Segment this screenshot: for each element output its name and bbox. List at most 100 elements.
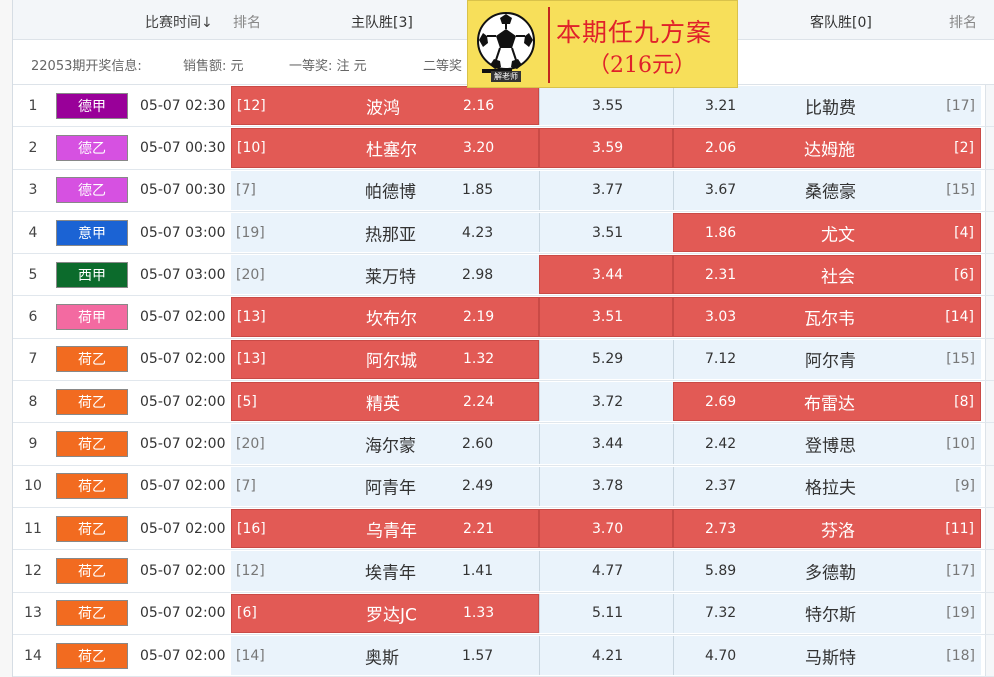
away-win-cell[interactable]: 4.70 马斯特 [18]: [673, 635, 981, 676]
table-row[interactable]: 9 荷乙 05-07 02:00 [20] 海尔蒙 2.60 3.44 2.42 登博思 [10]: [13, 423, 994, 466]
away-team[interactable]: 特尔斯: [805, 601, 856, 626]
draw-cell[interactable]: 3.51: [539, 297, 673, 337]
draw-cell[interactable]: 3.44: [539, 424, 673, 464]
table-row[interactable]: 4 意甲 05-07 03:00 [19] 热那亚 4.23 3.51 1.86 尤文 [4]: [13, 211, 994, 255]
league-badge[interactable]: 荷乙: [56, 642, 128, 669]
draw-cell[interactable]: 3.59: [539, 128, 673, 168]
table-row[interactable]: 12 荷乙 05-07 02:00 [12] 埃青年 1.41 4.77 5.89 多德勒 [17…: [13, 550, 994, 593]
home-team[interactable]: 波鸿: [366, 93, 400, 118]
league-badge[interactable]: 荷甲: [56, 304, 128, 331]
away-win-cell[interactable]: 2.73 芬洛 [11]: [673, 508, 981, 549]
home-team[interactable]: 埃青年: [365, 558, 416, 583]
home-win-cell[interactable]: [13] 阿尔城 1.32: [231, 339, 539, 380]
league-badge[interactable]: 西甲: [56, 261, 128, 288]
league-badge[interactable]: 荷乙: [56, 346, 128, 373]
league-badge[interactable]: 德甲: [56, 92, 128, 119]
draw-cell[interactable]: 3.72: [539, 382, 673, 422]
home-team[interactable]: 帕德博: [365, 178, 416, 203]
home-win-cell[interactable]: [10] 杜塞尔 3.20: [231, 128, 539, 168]
league-badge[interactable]: 荷乙: [56, 600, 128, 627]
table-row[interactable]: 3 德乙 05-07 00:30 [7] 帕德博 1.85 3.77 3.67 桑德豪 [15]: [13, 169, 994, 212]
home-win-cell[interactable]: [7] 帕德博 1.85: [231, 170, 539, 210]
table-row[interactable]: 1 德甲 05-07 02:30 [12] 波鸿 2.16 3.55 3.21 比勒费 [17]: [13, 85, 994, 128]
home-win-cell[interactable]: [20] 莱万特 2.98: [231, 255, 539, 295]
away-team[interactable]: 芬洛: [821, 516, 855, 541]
home-team[interactable]: 阿青年: [365, 474, 416, 499]
header-home-win[interactable]: 主队胜[3]: [351, 12, 413, 32]
table-row[interactable]: 2 德乙 05-07 00:30 [10] 杜塞尔 3.20 3.59 2.06 达姆施 [2]: [13, 127, 994, 170]
draw-cell[interactable]: 3.55: [539, 86, 673, 126]
league-badge[interactable]: 德乙: [56, 134, 128, 161]
away-win-cell[interactable]: 2.69 布雷达 [8]: [673, 382, 981, 422]
home-team[interactable]: 热那亚: [365, 220, 416, 245]
header-away-win[interactable]: 客队胜[0]: [810, 12, 872, 32]
home-win-cell[interactable]: [14] 奥斯 1.57: [231, 635, 539, 676]
home-team[interactable]: 杜塞尔: [366, 135, 417, 160]
league-badge[interactable]: 荷乙: [56, 388, 128, 415]
league-badge[interactable]: 荷乙: [56, 515, 128, 542]
table-row[interactable]: 8 荷乙 05-07 02:00 [5] 精英 2.24 3.72 2.69 布雷达 [8]: [13, 381, 994, 424]
draw-cell[interactable]: 5.29: [539, 339, 673, 380]
draw-cell[interactable]: 3.77: [539, 170, 673, 210]
away-team[interactable]: 瓦尔韦: [804, 305, 855, 330]
away-team[interactable]: 达姆施: [804, 135, 855, 160]
draw-cell[interactable]: 3.44: [539, 255, 673, 295]
away-win-cell[interactable]: 2.31 社会 [6]: [673, 255, 981, 295]
table-row[interactable]: 11 荷乙 05-07 02:00 [16] 乌青年 2.21 3.70 2.73 芬洛 [11]: [13, 507, 994, 551]
home-team[interactable]: 罗达JC: [366, 601, 417, 626]
away-win-cell[interactable]: 7.12 阿尔青 [15]: [673, 339, 981, 380]
away-win-cell[interactable]: 3.21 比勒费 [17]: [673, 86, 981, 126]
home-win-cell[interactable]: [13] 坎布尔 2.19: [231, 297, 539, 337]
table-row[interactable]: 13 荷乙 05-07 02:00 [6] 罗达JC 1.33 5.11 7.32 特尔斯 [19…: [13, 592, 994, 635]
draw-cell[interactable]: 5.11: [539, 593, 673, 633]
home-team[interactable]: 莱万特: [365, 262, 416, 287]
home-win-cell[interactable]: [20] 海尔蒙 2.60: [231, 424, 539, 464]
home-win-cell[interactable]: [5] 精英 2.24: [231, 382, 539, 422]
away-win-cell[interactable]: 2.37 格拉夫 [9]: [673, 466, 981, 506]
away-win-cell[interactable]: 3.67 桑德豪 [15]: [673, 170, 981, 210]
header-time-sort[interactable]: 比赛时间↓: [145, 12, 213, 32]
draw-cell[interactable]: 3.78: [539, 466, 673, 506]
away-team[interactable]: 阿尔青: [805, 347, 856, 372]
away-win-cell[interactable]: 2.42 登博思 [10]: [673, 424, 981, 464]
away-team[interactable]: 社会: [821, 262, 855, 287]
away-win-cell[interactable]: 2.06 达姆施 [2]: [673, 128, 981, 168]
home-win-cell[interactable]: [12] 波鸿 2.16: [231, 86, 539, 126]
away-team[interactable]: 多德勒: [805, 558, 856, 583]
away-team[interactable]: 桑德豪: [805, 178, 856, 203]
away-team[interactable]: 登博思: [805, 432, 856, 457]
home-win-cell[interactable]: [7] 阿青年 2.49: [231, 466, 539, 506]
home-team[interactable]: 乌青年: [366, 516, 417, 541]
home-win-cell[interactable]: [19] 热那亚 4.23: [231, 212, 539, 253]
away-win-cell[interactable]: 5.89 多德勒 [17]: [673, 551, 981, 591]
away-win-cell[interactable]: 7.32 特尔斯 [19]: [673, 593, 981, 633]
draw-cell[interactable]: 3.51: [539, 212, 673, 253]
table-row[interactable]: 7 荷乙 05-07 02:00 [13] 阿尔城 1.32 5.29 7.12 阿尔青 [15]: [13, 338, 994, 382]
league-badge[interactable]: 德乙: [56, 177, 128, 204]
league-badge[interactable]: 意甲: [56, 219, 128, 246]
league-badge[interactable]: 荷乙: [56, 557, 128, 584]
home-team[interactable]: 海尔蒙: [365, 432, 416, 457]
table-row[interactable]: 10 荷乙 05-07 02:00 [7] 阿青年 2.49 3.78 2.37 格拉夫 [9]: [13, 465, 994, 508]
away-team[interactable]: 马斯特: [805, 643, 856, 668]
away-win-cell[interactable]: 3.03 瓦尔韦 [14]: [673, 297, 981, 337]
home-win-cell[interactable]: [16] 乌青年 2.21: [231, 508, 539, 549]
home-win-cell[interactable]: [12] 埃青年 1.41: [231, 551, 539, 591]
home-team[interactable]: 精英: [366, 389, 400, 414]
league-badge[interactable]: 荷乙: [56, 431, 128, 458]
home-win-cell[interactable]: [6] 罗达JC 1.33: [231, 593, 539, 633]
home-team[interactable]: 坎布尔: [366, 305, 417, 330]
table-row[interactable]: 6 荷甲 05-07 02:00 [13] 坎布尔 2.19 3.51 3.03 瓦尔韦 [14]: [13, 296, 994, 339]
home-team[interactable]: 阿尔城: [366, 347, 417, 372]
away-team[interactable]: 比勒费: [805, 93, 856, 118]
draw-cell[interactable]: 3.70: [539, 508, 673, 549]
away-team[interactable]: 布雷达: [804, 389, 855, 414]
league-badge[interactable]: 荷乙: [56, 473, 128, 500]
table-row[interactable]: 14 荷乙 05-07 02:00 [14] 奥斯 1.57 4.21 4.70 马斯特 [18]: [13, 634, 994, 677]
away-team[interactable]: 格拉夫: [805, 474, 856, 499]
draw-cell[interactable]: 4.77: [539, 551, 673, 591]
draw-cell[interactable]: 4.21: [539, 635, 673, 676]
table-row[interactable]: 5 西甲 05-07 03:00 [20] 莱万特 2.98 3.44 2.31 社会 [6]: [13, 254, 994, 297]
home-team[interactable]: 奥斯: [365, 643, 399, 668]
away-win-cell[interactable]: 1.86 尤文 [4]: [673, 212, 981, 253]
